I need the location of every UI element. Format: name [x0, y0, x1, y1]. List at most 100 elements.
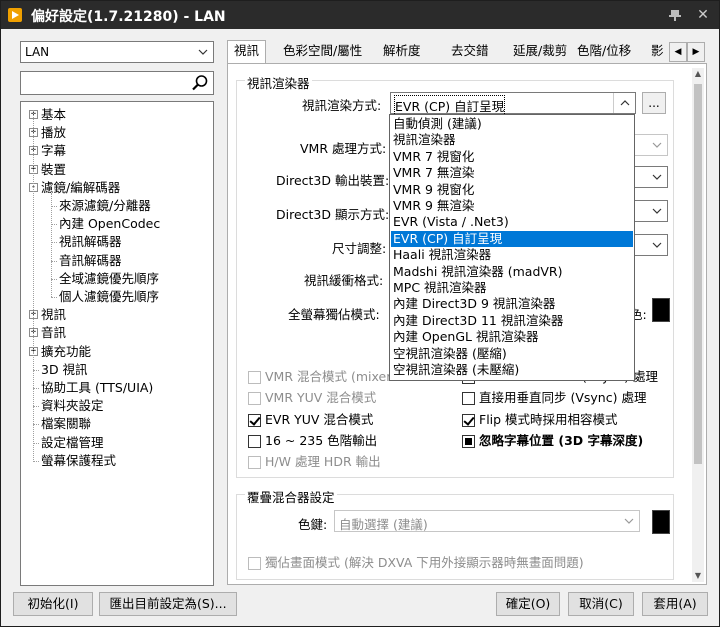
tree-item-label: 全域濾鏡優先順序: [59, 270, 160, 286]
fullscreen-mode-label: 全螢幕獨佔模式:: [288, 307, 380, 322]
tree-item[interactable]: 裝置: [41, 161, 66, 178]
tree-connector: [51, 192, 52, 297]
tree-item[interactable]: 3D 視訊: [41, 361, 88, 378]
tree-item[interactable]: 字幕: [41, 142, 66, 159]
tree-item[interactable]: 來源濾鏡/分離器: [59, 197, 151, 214]
tree-item-label: 協助工具 (TTS/UIA): [41, 380, 154, 395]
dropdown-option[interactable]: EVR (Vista / .Net3): [391, 214, 633, 230]
tree-item-label: 資料夾設定: [41, 398, 104, 414]
tree-item[interactable]: 設定檔管理: [41, 434, 104, 451]
color-key-swatch[interactable]: [651, 509, 671, 535]
dropdown-option[interactable]: 內建 Direct3D 11 視訊渲染器: [391, 313, 633, 329]
dropdown-option[interactable]: EVR (CP) 自訂呈現: [391, 230, 633, 248]
tab-5[interactable]: 色階/位移: [571, 41, 637, 63]
tree-item[interactable]: 濾鏡/編解碼器: [41, 179, 120, 196]
app-icon: [8, 8, 22, 22]
fullscreen-color-swatch[interactable]: [651, 297, 671, 323]
dropdown-option[interactable]: 空視訊渲染器 (壓縮): [391, 346, 633, 362]
color-key-select[interactable]: 自動選擇 (建議): [334, 510, 640, 532]
dropdown-option[interactable]: 自動偵測 (建議): [391, 116, 633, 132]
tree-item-label: 音訊解碼器: [59, 252, 122, 268]
chevron-up-icon: [613, 93, 635, 113]
cancel-button[interactable]: 取消(C): [568, 592, 634, 616]
tree-item[interactable]: 基本: [41, 106, 66, 123]
color-key-value: 自動選擇 (建議): [339, 517, 428, 532]
tree-item-label: 濾鏡/編解碼器: [41, 179, 121, 195]
render-method-value: EVR (CP) 自訂呈現: [393, 95, 506, 116]
size-adjust-label: 尺寸調整:: [332, 241, 387, 256]
tree-item[interactable]: 檔案關聯: [41, 415, 91, 432]
tab-1[interactable]: 色彩空間/屬性: [277, 41, 368, 63]
dropdown-option[interactable]: Madshi 視訊渲染器 (madVR): [391, 264, 633, 280]
search-icon[interactable]: [191, 74, 209, 92]
dropdown-option[interactable]: VMR 9 無渲染: [391, 198, 633, 214]
tree-item[interactable]: 全域濾鏡優先順序: [59, 270, 159, 287]
dropdown-option[interactable]: MPC 視訊渲染器: [391, 280, 633, 296]
color-key-label: 色鍵:: [298, 517, 328, 532]
dropdown-option[interactable]: 視訊渲染器: [391, 132, 633, 148]
dropdown-option[interactable]: VMR 9 視窗化: [391, 182, 633, 198]
dropdown-option[interactable]: 空視訊渲染器 (未壓縮): [391, 362, 633, 378]
title-bar[interactable]: 偏好設定(1.7.21280) - LAN ✕: [1, 1, 719, 29]
tree-item[interactable]: 內建 OpenCodec: [59, 215, 160, 232]
tree-item-label: 檔案關聯: [41, 416, 92, 432]
tab-3[interactable]: 去交錯: [445, 41, 495, 63]
scroll-thumb[interactable]: [694, 84, 702, 464]
dropdown-option[interactable]: 內建 OpenGL 視訊渲染器: [391, 329, 633, 345]
tab-scroll-left-icon[interactable]: ◀: [669, 42, 687, 62]
scroll-up-icon[interactable]: ▲: [692, 68, 704, 80]
tree-item-label: 個人濾鏡優先順序: [59, 289, 160, 304]
tab-4[interactable]: 延展/裁剪: [507, 41, 573, 63]
profile-value: LAN: [25, 45, 50, 59]
render-method-dropdown[interactable]: 自動偵測 (建議) 視訊渲染器 VMR 7 視窗化 VMR 7 無渲染 VMR 9 視窗…: [389, 114, 635, 381]
ok-button[interactable]: 確定(O): [496, 592, 560, 616]
chevron-down-icon: [651, 169, 663, 185]
tree-item[interactable]: 音訊: [41, 324, 66, 341]
tab-6[interactable]: 影: [645, 41, 670, 63]
tree-item-label: 視訊解碼器: [59, 234, 122, 250]
tree-connector: [51, 297, 57, 298]
tree-item[interactable]: 視訊: [41, 306, 66, 323]
tree-item[interactable]: 播放: [41, 124, 66, 141]
tree-item[interactable]: 視訊解碼器: [59, 233, 122, 250]
tree-item[interactable]: 螢幕保護程式: [41, 452, 116, 469]
window-title: 偏好設定(1.7.21280) - LAN: [31, 9, 226, 25]
settings-tree[interactable]: 基本 + 播放 + 字幕 + 裝置 + 濾鏡/編解碼器 - 來源濾鏡/分離器 內建 OpenCodec…: [20, 101, 214, 586]
tree-item[interactable]: 擴充功能: [41, 343, 91, 360]
tree-item[interactable]: 資料夾設定: [41, 397, 104, 414]
tree-item-label: 視訊: [41, 307, 67, 323]
overlay-group-title: 覆疊混合器設定: [245, 487, 337, 506]
tree-item[interactable]: 音訊解碼器: [59, 252, 122, 269]
tree-item-label: 播放: [41, 125, 67, 141]
export-settings-button[interactable]: 匯出目前設定為(S)...: [99, 592, 237, 616]
dropdown-option[interactable]: Haali 視訊渲染器: [391, 247, 633, 263]
profile-select[interactable]: LAN: [20, 41, 214, 63]
pin-icon[interactable]: [665, 5, 685, 25]
close-icon[interactable]: ✕: [693, 5, 713, 25]
render-method-label: 視訊渲染方式:: [302, 98, 382, 113]
tree-item-label: 內建 OpenCodec: [59, 216, 161, 232]
dropdown-option[interactable]: VMR 7 無渲染: [391, 165, 633, 181]
tab-0[interactable]: 視訊: [227, 40, 267, 64]
chevron-down-icon: [651, 237, 663, 253]
dropdown-option[interactable]: VMR 7 視窗化: [391, 149, 633, 165]
search-input[interactable]: [20, 71, 214, 95]
chevron-down-icon: [623, 513, 635, 529]
dropdown-option[interactable]: 內建 Direct3D 9 視訊渲染器: [391, 296, 633, 312]
apply-button[interactable]: 套用(A): [642, 592, 708, 616]
tree-item[interactable]: 個人濾鏡優先順序: [59, 288, 159, 305]
panel-scrollbar[interactable]: ▲ ▼: [692, 68, 704, 582]
tree-item[interactable]: 協助工具 (TTS/UIA): [41, 379, 153, 396]
scroll-down-icon[interactable]: ▼: [692, 570, 704, 582]
tree-item-label: 基本: [41, 107, 67, 122]
renderer-settings-button[interactable]: ...: [642, 92, 666, 114]
tab-2[interactable]: 解析度: [377, 41, 427, 63]
tab-scroll-right-icon[interactable]: ▶: [687, 42, 705, 62]
d3d-display-label: Direct3D 顯示方式:: [276, 207, 390, 222]
reset-button[interactable]: 初始化(I): [13, 592, 93, 616]
render-method-select[interactable]: EVR (CP) 自訂呈現: [390, 92, 636, 116]
tab-strip: 視訊 色彩空間/屬性 解析度 去交錯 延展/裁剪 色階/位移影: [227, 40, 687, 64]
tree-item-label: 螢幕保護程式: [41, 452, 117, 468]
tree-item-label: 字幕: [41, 143, 67, 159]
chevron-down-icon: [651, 137, 663, 153]
